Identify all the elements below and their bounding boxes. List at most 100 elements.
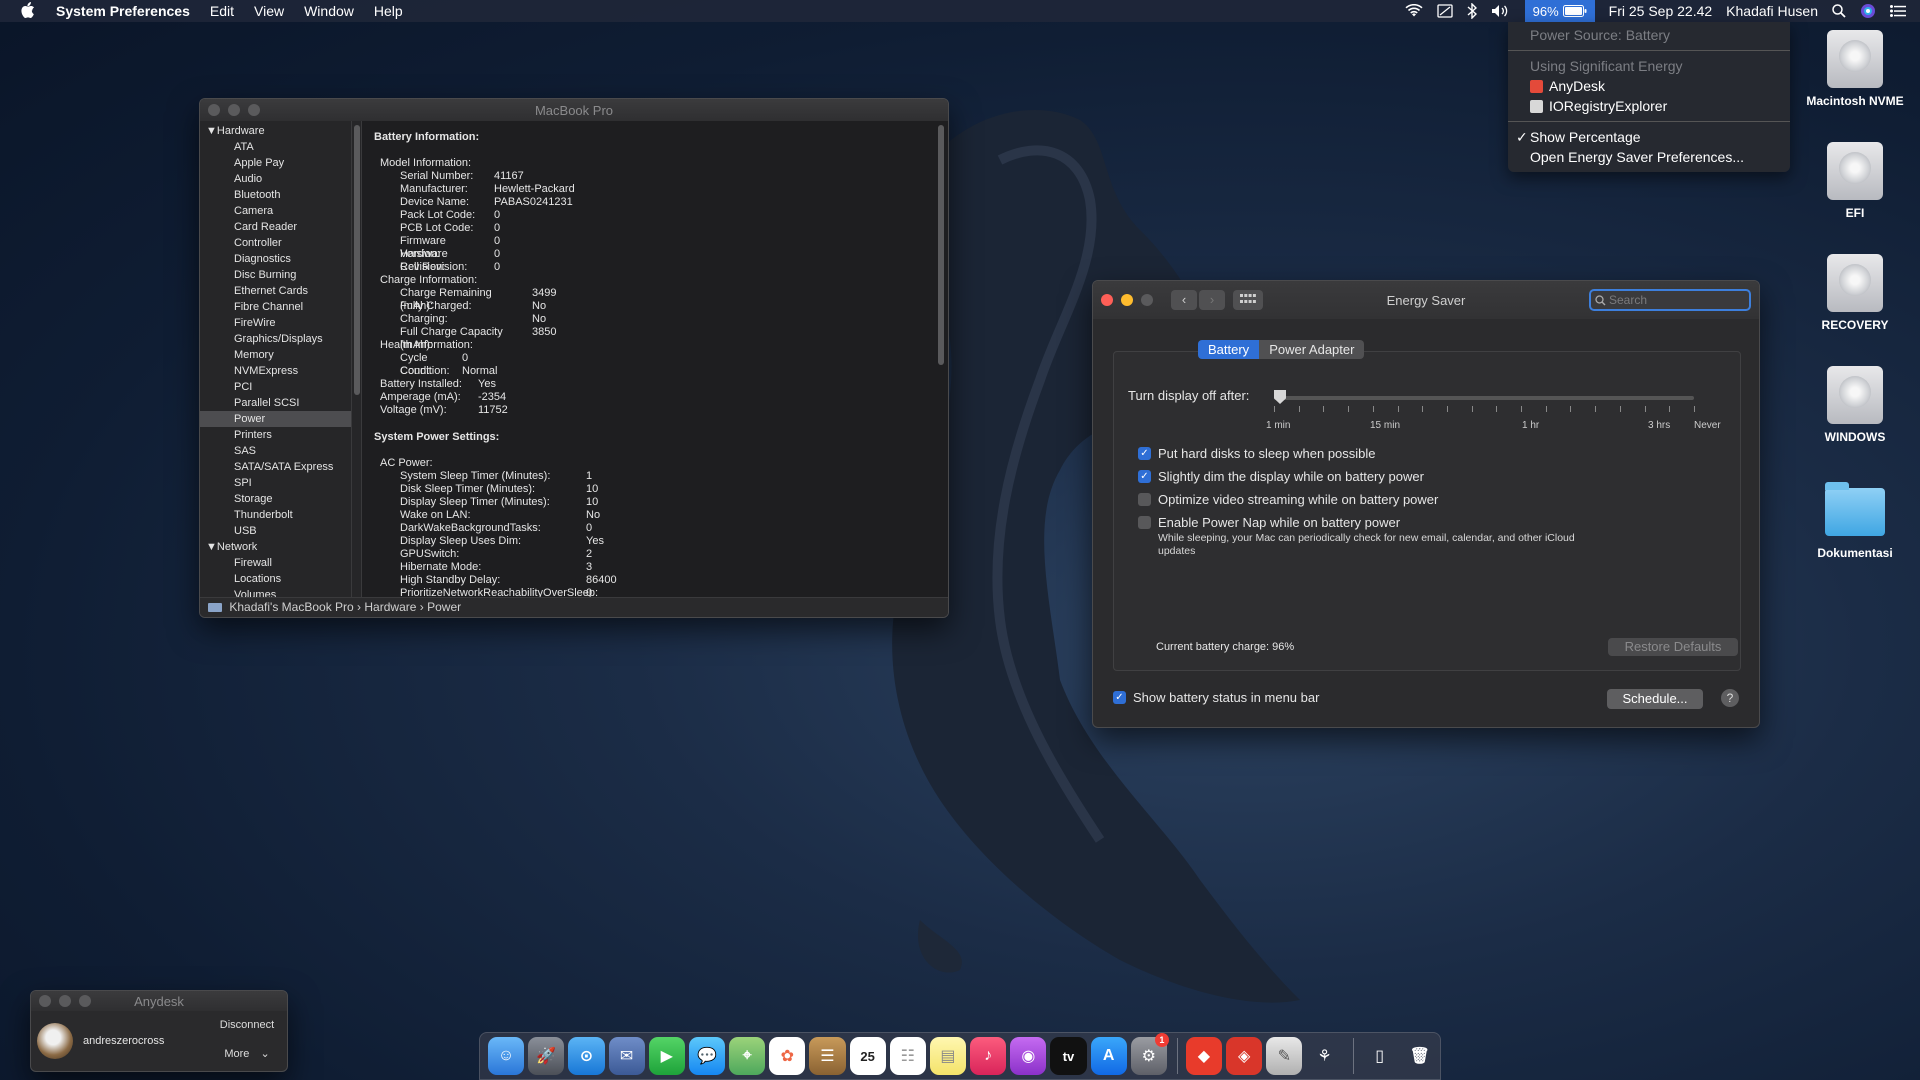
menu-edit[interactable]: Edit <box>210 3 234 19</box>
contacts-icon[interactable]: ☰ <box>809 1037 846 1075</box>
option-optimize-video[interactable]: Optimize video streaming while on batter… <box>1138 492 1438 507</box>
menu-item-open-energy-saver[interactable]: Open Energy Saver Preferences... <box>1508 147 1790 167</box>
facetime-icon[interactable]: ▶ <box>648 1037 685 1075</box>
sidebar-item-sas[interactable]: SAS <box>200 443 351 459</box>
path-item-power[interactable]: Power <box>427 600 461 614</box>
podcasts-icon[interactable]: ◉ <box>1010 1037 1047 1075</box>
sidebar-item-power[interactable]: Power <box>200 411 351 427</box>
desktop-drive-recovery[interactable]: RECOVERY <box>1790 254 1920 332</box>
menu-window[interactable]: Window <box>304 3 354 19</box>
notes-icon[interactable]: ▤ <box>929 1037 967 1075</box>
volume-icon[interactable] <box>1491 4 1511 18</box>
sidebar-item-volumes[interactable]: Volumes <box>200 587 351 597</box>
sidebar-item-pci[interactable]: PCI <box>200 379 351 395</box>
detail-scrollbar-thumb[interactable] <box>938 125 944 365</box>
battery-status-menu[interactable]: 96% <box>1524 0 1595 22</box>
desktop-folder-dokumentasi[interactable]: Dokumentasi <box>1790 482 1920 560</box>
back-button[interactable]: ‹ <box>1171 290 1197 310</box>
sidebar-item-firewire[interactable]: FireWire <box>200 315 351 331</box>
sidebar-item-nvmexpress[interactable]: NVMExpress <box>200 363 351 379</box>
sidebar-item-bluetooth[interactable]: Bluetooth <box>200 187 351 203</box>
menu-item-show-percentage[interactable]: ✓ Show Percentage <box>1508 127 1790 147</box>
help-button[interactable]: ? <box>1721 689 1739 707</box>
tab-power-adapter[interactable]: Power Adapter <box>1259 340 1365 359</box>
sidebar-item-disc-burning[interactable]: Disc Burning <box>200 267 351 283</box>
sidebar-item-parallel-scsi[interactable]: Parallel SCSI <box>200 395 351 411</box>
sidebar-item-usb[interactable]: USB <box>200 523 351 539</box>
scrollbar-thumb[interactable] <box>354 125 360 395</box>
window-titlebar[interactable]: MacBook Pro <box>200 99 948 121</box>
desktop-drive-windows[interactable]: WINDOWS <box>1790 366 1920 444</box>
display-mirror-icon[interactable] <box>1436 4 1453 18</box>
sidebar-item-controller[interactable]: Controller <box>200 235 351 251</box>
option-dim-display[interactable]: ✓ Slightly dim the display while on batt… <box>1138 469 1424 484</box>
sidebar-item-card-reader[interactable]: Card Reader <box>200 219 351 235</box>
tab-battery[interactable]: Battery <box>1198 340 1260 359</box>
notification-center-icon[interactable] <box>1890 5 1906 17</box>
ioregistryexplorer-icon[interactable]: ✎ <box>1266 1037 1303 1075</box>
menu-help[interactable]: Help <box>374 3 403 19</box>
maps-icon[interactable]: ⌖ <box>729 1037 766 1075</box>
checkbox-unchecked[interactable] <box>1138 493 1151 506</box>
apple-menu-icon[interactable] <box>20 1 36 21</box>
checkbox-checked[interactable]: ✓ <box>1138 447 1151 460</box>
sidebar-scrollbar[interactable] <box>352 121 362 597</box>
sidebar-item-spi[interactable]: SPI <box>200 475 351 491</box>
desktop-drive-efi[interactable]: EFI <box>1790 142 1920 220</box>
sidebar-item-graphics-displays[interactable]: Graphics/Displays <box>200 331 351 347</box>
sidebar-item-camera[interactable]: Camera <box>200 203 351 219</box>
restore-defaults-button[interactable]: Restore Defaults <box>1608 638 1738 656</box>
spotlight-icon[interactable] <box>1832 4 1846 18</box>
menu-item-anydesk[interactable]: AnyDesk <box>1508 76 1790 96</box>
search-field[interactable]: Search <box>1589 289 1751 311</box>
safari-icon[interactable]: ⊙ <box>568 1037 605 1075</box>
sidebar-item-firewall[interactable]: Firewall <box>200 555 351 571</box>
sidebar-item-diagnostics[interactable]: Diagnostics <box>200 251 351 267</box>
menu-view[interactable]: View <box>254 3 284 19</box>
sidebar-item-ethernet-cards[interactable]: Ethernet Cards <box>200 283 351 299</box>
siri-icon[interactable] <box>1860 3 1876 19</box>
window-titlebar[interactable]: Anydesk <box>31 991 287 1011</box>
show-all-grid-button[interactable] <box>1233 290 1263 310</box>
clock[interactable]: Fri 25 Sep 22.42 <box>1609 3 1713 19</box>
sidebar-item-memory[interactable]: Memory <box>200 347 351 363</box>
sidebar-item-fibre-channel[interactable]: Fibre Channel <box>200 299 351 315</box>
disconnect-button[interactable]: Disconnect <box>209 1019 285 1031</box>
close-button[interactable] <box>208 104 220 116</box>
minimize-button[interactable] <box>59 995 71 1007</box>
slider-thumb[interactable] <box>1274 390 1286 404</box>
mail-icon[interactable]: ✉ <box>608 1037 645 1075</box>
sidebar-item-audio[interactable]: Audio <box>200 171 351 187</box>
schedule-button[interactable]: Schedule... <box>1607 689 1703 709</box>
desktop-drive-macintosh-nvme[interactable]: Macintosh NVME <box>1790 30 1920 108</box>
anydesk-dock-icon[interactable]: ◆ <box>1185 1037 1223 1075</box>
sidebar-item-printers[interactable]: Printers <box>200 427 351 443</box>
bluetooth-icon[interactable] <box>1467 3 1477 19</box>
zoom-button[interactable] <box>248 104 260 116</box>
close-button[interactable] <box>1101 294 1113 306</box>
wifi-icon[interactable] <box>1405 4 1423 18</box>
checkbox-unchecked[interactable] <box>1138 516 1151 529</box>
option-hard-disk-sleep[interactable]: ✓ Put hard disks to sleep when possible <box>1138 446 1376 461</box>
sidebar-item-thunderbolt[interactable]: Thunderbolt <box>200 507 351 523</box>
menu-app-name[interactable]: System Preferences <box>56 3 190 19</box>
checkbox-checked[interactable]: ✓ <box>1138 470 1151 483</box>
sidebar-item-apple-pay[interactable]: Apple Pay <box>200 155 351 171</box>
show-battery-status-option[interactable]: ✓ Show battery status in menu bar <box>1113 690 1319 705</box>
zoom-button[interactable] <box>1141 294 1153 306</box>
system-information-icon[interactable]: ⚘ <box>1306 1037 1342 1075</box>
messages-icon[interactable]: 💬 <box>688 1037 726 1075</box>
trash-icon[interactable]: 🗑 <box>1402 1037 1438 1075</box>
forward-button[interactable]: › <box>1199 290 1225 310</box>
anydesk-session-icon[interactable]: ◈ <box>1226 1037 1263 1075</box>
path-item-hardware[interactable]: Hardware <box>364 600 416 614</box>
checkbox-checked[interactable]: ✓ <box>1113 691 1126 704</box>
close-button[interactable] <box>39 995 51 1007</box>
reminders-icon[interactable]: ☷ <box>889 1037 926 1075</box>
app-store-icon[interactable]: A <box>1090 1037 1127 1075</box>
sidebar-category-hardware[interactable]: ▼Hardware <box>200 123 351 139</box>
option-power-nap[interactable]: Enable Power Nap while on battery power <box>1138 515 1400 530</box>
system-preferences-icon[interactable]: ⚙ 1 <box>1130 1033 1169 1075</box>
sidebar-item-sata-sata-express[interactable]: SATA/SATA Express <box>200 459 351 475</box>
finder-icon[interactable]: ☺ <box>488 1037 525 1075</box>
